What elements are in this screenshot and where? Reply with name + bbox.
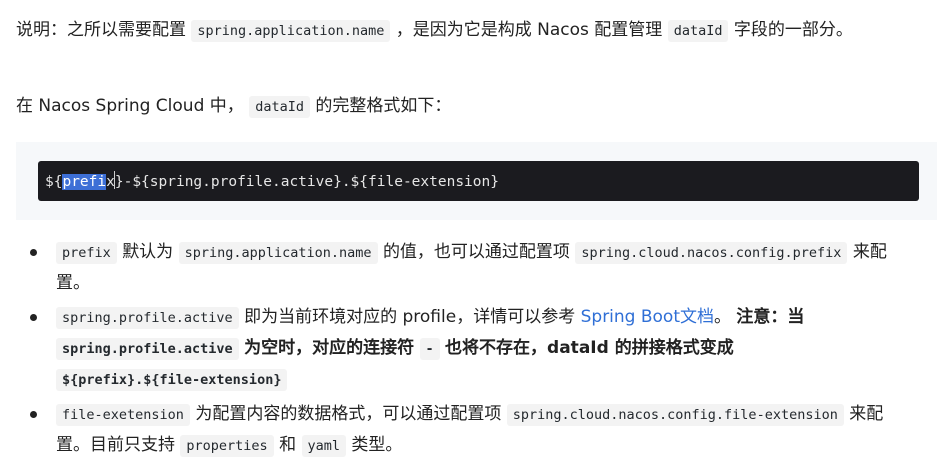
bullet-dot [30, 411, 37, 418]
inline-code-dataid: dataId [667, 20, 729, 42]
bullet3-text-3: 和 [279, 435, 297, 455]
inline-code-yaml: yaml [301, 435, 347, 457]
inline-code-spring-application-name: spring.application.name [191, 20, 391, 42]
code-prefix-open: ${ [45, 174, 63, 190]
para2-text-1: 在 Nacos Spring Cloud 中， [16, 96, 244, 116]
spring-boot-doc-link[interactable]: Spring Boot文档 [581, 307, 714, 327]
inline-code-file-exetension: file-exetension [56, 404, 190, 426]
inline-code-dash: - [419, 338, 440, 360]
inline-code-config-file-extension: spring.cloud.nacos.config.file-extension [506, 404, 844, 426]
format-paragraph: 在 Nacos Spring Cloud 中， dataId 的完整格式如下： [16, 93, 916, 121]
notes-list: prefix 默认为 spring.application.name 的值，也可… [16, 237, 916, 465]
para1-text-1: 说明：之所以需要配置 [16, 20, 186, 40]
note-bold-1: 注意：当 [736, 307, 805, 327]
inline-code-properties: properties [180, 435, 274, 457]
code-text-selection[interactable]: prefi [62, 174, 107, 190]
code-block-container: ${prefix}-${spring.profile.active}.${fil… [16, 142, 937, 220]
bullet2-text-2: 。 [714, 307, 732, 327]
para1-text-2: ，是因为它是构成 Nacos 配置管理 [395, 20, 663, 40]
bullet3-text-1: 为配置内容的数据格式，可以通过配置项 [195, 404, 502, 424]
inline-code-spring-profile-active: spring.profile.active [56, 307, 239, 329]
note-bold-2: 为空时，对应的连接符 [244, 338, 415, 358]
code-block[interactable]: ${prefix}-${spring.profile.active}.${fil… [38, 161, 919, 201]
bullet2-text-1: 即为当前环境对应的 profile，详情可以参考 [244, 307, 576, 327]
list-item-prefix: prefix 默认为 spring.application.name 的值，也可… [16, 237, 916, 298]
bullet1-text-2: 的值，也可以通过配置项 [382, 242, 570, 262]
inline-code-dataid: dataId [249, 96, 310, 118]
bullet-dot [30, 249, 37, 256]
para1-text-3: 字段的一部分。 [733, 20, 853, 40]
list-item-profile-active: spring.profile.active 即为当前环境对应的 profile，… [16, 302, 916, 395]
inline-code-spring-profile-active-bold: spring.profile.active [56, 338, 239, 360]
inline-code-config-prefix: spring.cloud.nacos.config.prefix [575, 242, 848, 264]
document-page: 说明：之所以需要配置 spring.application.name ，是因为它… [0, 0, 942, 465]
inline-code-prefix: prefix [56, 242, 117, 264]
note-bold-3: 也将不存在，dataId 的拼接格式变成 [445, 338, 734, 358]
bullet-dot [30, 314, 37, 321]
code-rest: }-${spring.profile.active}.${file-extens… [114, 174, 499, 190]
list-item-file-extension: file-exetension 为配置内容的数据格式，可以通过配置项 sprin… [16, 399, 916, 461]
bullet3-text-4: 类型。 [351, 435, 403, 455]
inline-code-spring-application-name: spring.application.name [178, 242, 378, 264]
intro-paragraph: 说明：之所以需要配置 spring.application.name ，是因为它… [16, 17, 916, 45]
bullet1-text-1: 默认为 [122, 242, 174, 262]
inline-code-prefix-extension: ${prefix}.${file-extension} [56, 369, 288, 391]
para2-text-2: 的完整格式如下： [315, 96, 452, 116]
